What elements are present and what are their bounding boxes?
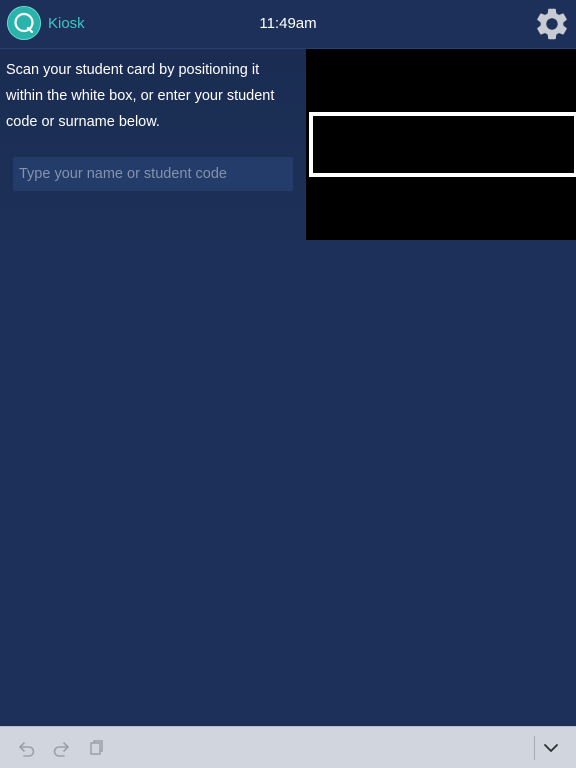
chevron-down-icon[interactable]: [540, 737, 562, 759]
undo-icon[interactable]: [16, 737, 38, 759]
scan-target-box: [309, 112, 576, 177]
scan-instructions: Scan your student card by positioning it…: [6, 62, 275, 130]
main-content-area: [0, 240, 576, 726]
gear-icon[interactable]: [533, 5, 571, 43]
keyboard-shortcut-toolbar: [0, 726, 576, 768]
scan-panel: Scan your student card by positioning it…: [0, 49, 306, 240]
toolbar-divider: [534, 736, 535, 760]
student-search-input[interactable]: [13, 157, 293, 191]
redo-icon[interactable]: [50, 737, 72, 759]
app-header: Kiosk 11:49am: [0, 0, 576, 49]
clipboard-icon[interactable]: [85, 737, 107, 759]
kiosk-app: Kiosk 11:49am Scan your student card by …: [0, 0, 576, 768]
camera-preview: [306, 49, 576, 240]
clock-time: 11:49am: [259, 15, 317, 32]
